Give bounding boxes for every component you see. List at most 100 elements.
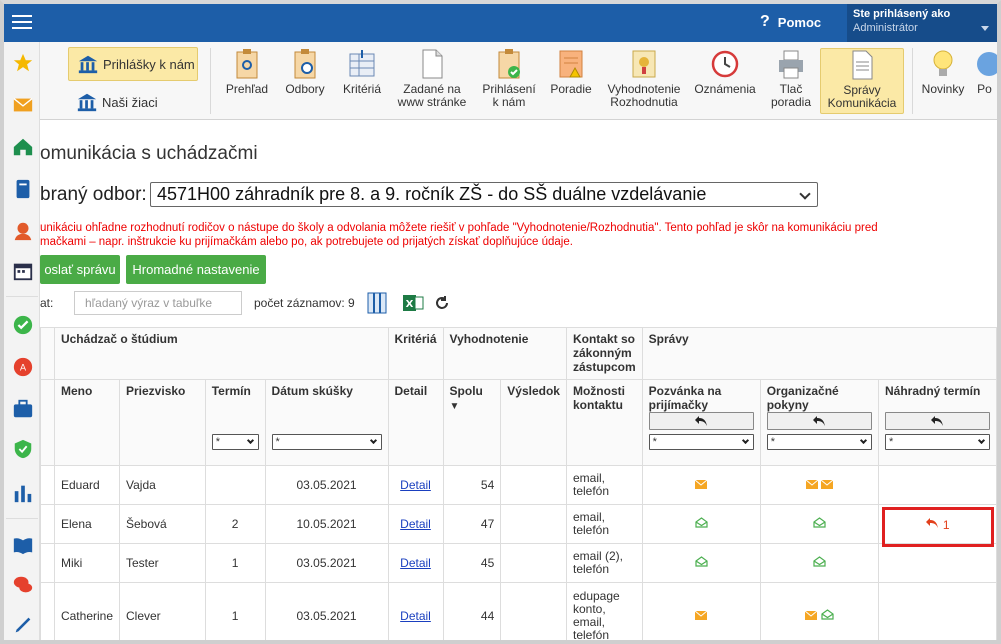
shield-icon[interactable] <box>12 438 34 460</box>
tool-prihlaseni[interactable]: Prihlásení k nám <box>476 48 542 114</box>
nahradny-filter-select[interactable]: * <box>884 434 990 450</box>
reply-all-button[interactable] <box>766 412 872 430</box>
help-link[interactable]: ? Pomoc <box>760 13 821 31</box>
tool-label: Prehľad <box>225 82 269 96</box>
calendar-icon[interactable] <box>12 260 34 282</box>
header-detail: Detail <box>387 379 444 466</box>
header-meno[interactable]: Meno <box>53 379 121 466</box>
envelope-icon[interactable] <box>805 479 818 489</box>
tool-label: Poradie <box>550 82 592 96</box>
header-spolu[interactable]: Spolu ▼ <box>442 379 502 466</box>
tool-prehlad[interactable]: Prehľad <box>220 48 274 114</box>
reply-icon <box>931 416 944 426</box>
header-datum[interactable]: Dátum skúšky * <box>264 379 389 466</box>
header-label: Pozvánka na prijímačky <box>648 384 722 412</box>
tool-novinky[interactable]: Novinky <box>918 48 968 114</box>
tool-kriteria[interactable]: Kritériá <box>336 48 388 114</box>
ziaci-label: Naši žiaci <box>102 94 158 110</box>
book-icon[interactable] <box>12 178 34 200</box>
detail-link[interactable]: Detail <box>400 478 431 492</box>
cell-datum: 10.05.2021 <box>264 504 389 544</box>
cell-vysledok <box>500 504 567 544</box>
detail-link[interactable]: Detail <box>400 609 431 623</box>
open-envelope-icon[interactable] <box>820 608 834 620</box>
header-group-spravy: Správy <box>641 327 998 380</box>
warning-list-icon <box>559 50 583 78</box>
open-envelope-icon[interactable] <box>813 517 826 528</box>
briefcase-icon[interactable] <box>12 398 34 420</box>
detail-link[interactable]: Detail <box>400 517 431 531</box>
datum-filter-select[interactable]: * <box>271 434 382 450</box>
user-menu[interactable]: Ste prihlásený ako Administrátor <box>847 4 997 42</box>
kontakt-text: email (2), telefón <box>572 549 623 576</box>
cell-meno: Eduard <box>53 465 121 505</box>
top-bar: ? Pomoc Ste prihlásený ako Administrátor <box>4 4 997 42</box>
envelope-icon[interactable] <box>694 610 708 620</box>
cell-nahradny <box>877 465 998 505</box>
cell-meno: Elena <box>53 504 121 544</box>
cell-kontakt: email, telefón <box>565 504 643 544</box>
header-label: Priezvisko <box>126 384 186 398</box>
cell-kontakt: email, telefón <box>565 465 643 505</box>
tool-poradie[interactable]: Poradie <box>546 48 596 114</box>
clock-icon <box>711 50 739 78</box>
svg-text:X: X <box>406 299 414 310</box>
pozvanka-filter-select[interactable]: * <box>648 434 754 450</box>
send-message-button[interactable]: oslať správu <box>40 255 120 284</box>
envelope-icon[interactable] <box>820 479 834 489</box>
header-label: Organizačné pokyny <box>766 384 839 412</box>
header-vysledok[interactable]: Výsledok <box>500 379 567 466</box>
chart-icon[interactable] <box>12 482 34 504</box>
detail-link[interactable]: Detail <box>400 556 431 570</box>
tool-spravy[interactable]: Správy Komunikácia <box>820 48 904 114</box>
refresh-icon[interactable] <box>434 295 450 311</box>
prihlasky-button[interactable]: Prihlášky k nám <box>68 47 198 81</box>
tool-po[interactable]: Po <box>972 48 997 114</box>
header-priezvisko[interactable]: Priezvisko <box>119 379 206 466</box>
open-envelope-icon[interactable] <box>695 556 708 567</box>
kontakt-text: email, telefón <box>572 510 610 537</box>
termin-filter-select[interactable]: * <box>211 434 259 450</box>
columns-icon[interactable] <box>366 292 388 314</box>
reply-all-button[interactable] <box>648 412 754 430</box>
person-icon[interactable] <box>12 220 34 242</box>
ziaci-button[interactable]: Naši žiaci <box>76 91 196 113</box>
search-input[interactable]: hľadaný výraz v tabuľke <box>74 291 242 315</box>
building-icon <box>77 93 97 112</box>
hamburger-menu-icon[interactable] <box>12 12 32 32</box>
check-icon[interactable] <box>12 314 34 336</box>
document-icon <box>422 49 443 79</box>
tool-oznamenia[interactable]: Oznámenia <box>690 48 760 114</box>
cell-datum: 03.05.2021 <box>264 582 389 644</box>
excel-icon[interactable]: X <box>402 292 424 314</box>
tool-odbory[interactable]: Odbory <box>280 48 330 114</box>
open-envelope-icon[interactable] <box>813 556 826 567</box>
envelope-icon[interactable] <box>804 610 818 620</box>
header-group-vyhodnotenie: Vyhodnotenie <box>442 327 567 380</box>
envelope-icon[interactable] <box>694 479 708 489</box>
header-termin[interactable]: Termín * <box>204 379 266 466</box>
bulk-settings-button[interactable]: Hromadné nastavenie <box>126 255 266 284</box>
cell-nahradny[interactable]: 1 <box>877 504 998 544</box>
reply-all-button[interactable] <box>884 412 990 430</box>
star-icon[interactable] <box>12 52 34 74</box>
prihlasky-label: Prihlášky k nám <box>103 56 195 72</box>
mail-icon[interactable] <box>12 94 34 116</box>
table-row: Elena Šebová 2 10.05.2021 Detail 47 emai… <box>40 504 998 544</box>
tool-tlac[interactable]: Tlač poradia <box>766 48 816 114</box>
open-envelope-icon[interactable] <box>695 517 708 528</box>
org-filter-select[interactable]: * <box>766 434 872 450</box>
chevron-down-icon <box>741 436 749 445</box>
tool-vyhodnotenie[interactable]: Vyhodnotenie Rozhodnutia <box>600 48 688 114</box>
odbor-select[interactable]: 4571H00 záhradník pre 8. a 9. ročník ZŠ … <box>150 182 818 207</box>
cell-priezvisko: Šebová <box>119 504 206 544</box>
applicants-table: Uchádzač o štúdium Kritériá Vyhodnotenie… <box>40 327 998 644</box>
cell-priezvisko: Clever <box>119 582 206 644</box>
tool-zadane[interactable]: Zadané na www stránke <box>394 48 470 114</box>
chat-icon[interactable] <box>12 574 34 596</box>
cell-meno: Catherine <box>53 582 121 644</box>
open-book-icon[interactable] <box>12 534 34 556</box>
home-icon[interactable] <box>12 136 34 158</box>
badge-icon[interactable]: A <box>12 356 34 378</box>
pen-icon[interactable] <box>12 614 34 636</box>
